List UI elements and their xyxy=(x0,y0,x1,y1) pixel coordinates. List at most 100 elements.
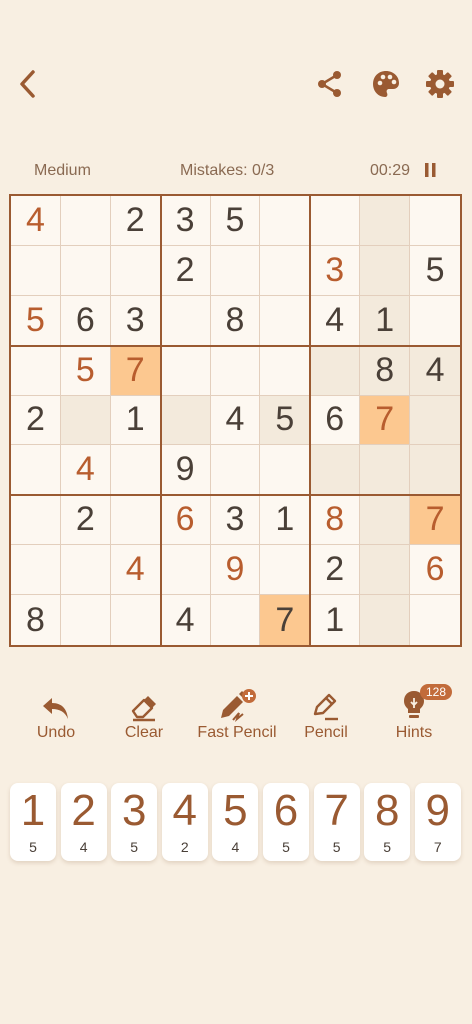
sudoku-cell[interactable]: 1 xyxy=(360,295,411,346)
sudoku-cell[interactable]: 4 xyxy=(60,445,111,496)
sudoku-cell[interactable]: 1 xyxy=(110,395,161,446)
sudoku-cell[interactable] xyxy=(60,545,111,596)
sudoku-cell[interactable]: 8 xyxy=(310,495,361,546)
sudoku-cell[interactable] xyxy=(11,445,61,496)
number-key[interactable]: 54 xyxy=(212,783,259,861)
number-key[interactable]: 24 xyxy=(60,783,107,861)
pause-button[interactable] xyxy=(424,162,438,183)
sudoku-cell[interactable]: 3 xyxy=(210,495,261,546)
sudoku-cell[interactable] xyxy=(360,545,411,596)
sudoku-cell[interactable] xyxy=(260,445,311,496)
number-key[interactable]: 85 xyxy=(364,783,411,861)
sudoku-cell[interactable] xyxy=(260,345,311,396)
sudoku-cell[interactable] xyxy=(310,196,361,246)
number-key[interactable]: 15 xyxy=(10,783,56,861)
sudoku-cell[interactable] xyxy=(410,196,460,246)
sudoku-cell[interactable]: 5 xyxy=(260,395,311,446)
sudoku-cell[interactable] xyxy=(210,445,261,496)
sudoku-cell[interactable]: 9 xyxy=(160,445,211,496)
sudoku-cell[interactable]: 1 xyxy=(260,495,311,546)
sudoku-cell[interactable]: 7 xyxy=(260,595,311,645)
hints-button[interactable]: Hints 128 xyxy=(364,684,464,742)
sudoku-cell[interactable]: 8 xyxy=(210,295,261,346)
back-button[interactable] xyxy=(8,64,48,104)
sudoku-cell[interactable]: 4 xyxy=(11,196,61,246)
sudoku-cell[interactable]: 6 xyxy=(310,395,361,446)
number-key[interactable]: 97 xyxy=(414,783,461,861)
sudoku-cell[interactable] xyxy=(60,245,111,296)
sudoku-cell[interactable] xyxy=(360,445,411,496)
number-key[interactable]: 65 xyxy=(263,783,309,861)
sudoku-cell[interactable] xyxy=(210,245,261,296)
sudoku-cell[interactable]: 7 xyxy=(110,345,161,396)
sudoku-cell[interactable]: 5 xyxy=(410,246,460,296)
sudoku-cell[interactable]: 7 xyxy=(360,395,411,446)
sudoku-cell[interactable] xyxy=(11,545,61,596)
sudoku-cell[interactable] xyxy=(110,245,161,296)
fast-pencil-button[interactable]: Fast Pencil xyxy=(187,684,287,742)
sudoku-cell[interactable]: 4 xyxy=(310,295,361,346)
sudoku-cell[interactable]: 2 xyxy=(60,495,111,546)
sudoku-cell[interactable]: 8 xyxy=(360,345,411,396)
sudoku-cell[interactable] xyxy=(160,295,211,346)
sudoku-cell[interactable]: 4 xyxy=(110,545,161,596)
number-key[interactable]: 35 xyxy=(111,783,158,861)
sudoku-cell[interactable]: 3 xyxy=(110,295,161,346)
sudoku-cell[interactable]: 9 xyxy=(210,545,261,596)
sudoku-cell[interactable] xyxy=(410,595,460,645)
sudoku-cell[interactable]: 6 xyxy=(160,495,211,546)
sudoku-cell[interactable]: 4 xyxy=(210,395,261,446)
sudoku-cell[interactable] xyxy=(410,395,460,446)
number-key[interactable]: 42 xyxy=(161,783,208,861)
sudoku-cell[interactable] xyxy=(260,245,311,296)
sudoku-cell[interactable]: 2 xyxy=(310,545,361,596)
clear-button[interactable]: Clear xyxy=(94,684,194,742)
sudoku-cell[interactable] xyxy=(260,545,311,596)
sudoku-cell[interactable] xyxy=(410,296,460,346)
sudoku-cell[interactable] xyxy=(60,196,111,246)
sudoku-cell[interactable] xyxy=(360,595,411,645)
sudoku-cell[interactable] xyxy=(160,345,211,396)
undo-button[interactable]: Undo xyxy=(6,684,106,742)
sudoku-cell[interactable] xyxy=(260,196,311,246)
sudoku-cell[interactable] xyxy=(160,545,211,596)
sudoku-cell[interactable] xyxy=(110,495,161,546)
sudoku-cell[interactable] xyxy=(60,395,111,446)
theme-button[interactable] xyxy=(366,64,406,104)
share-button[interactable] xyxy=(310,64,350,104)
sudoku-cell[interactable] xyxy=(360,495,411,546)
sudoku-cell[interactable]: 5 xyxy=(11,295,61,346)
sudoku-cell[interactable]: 4 xyxy=(161,595,211,645)
sudoku-cell[interactable]: 4 xyxy=(410,345,460,396)
sudoku-cell[interactable]: 5 xyxy=(210,196,261,246)
sudoku-cell[interactable] xyxy=(360,245,411,296)
sudoku-cell[interactable]: 1 xyxy=(310,595,361,645)
sudoku-cell[interactable] xyxy=(410,445,460,496)
sudoku-cell[interactable]: 3 xyxy=(160,196,211,246)
sudoku-cell[interactable]: 7 xyxy=(410,495,460,546)
sudoku-cell[interactable] xyxy=(310,445,361,496)
sudoku-cell[interactable] xyxy=(360,196,411,246)
sudoku-cell[interactable] xyxy=(11,245,61,296)
pencil-button[interactable]: Pencil xyxy=(276,684,376,742)
sudoku-cell[interactable] xyxy=(210,345,261,396)
sudoku-cell[interactable]: 5 xyxy=(60,345,111,396)
sudoku-cell[interactable] xyxy=(260,295,311,346)
sudoku-cell[interactable]: 2 xyxy=(110,196,161,246)
sudoku-cell[interactable]: 2 xyxy=(160,245,211,296)
sudoku-cell[interactable] xyxy=(111,595,161,645)
sudoku-cell[interactable] xyxy=(61,595,111,645)
number-key[interactable]: 75 xyxy=(313,783,360,861)
sudoku-cell[interactable]: 3 xyxy=(310,245,361,296)
sudoku-cell[interactable]: 6 xyxy=(60,295,111,346)
sudoku-cell[interactable] xyxy=(11,495,61,546)
sudoku-cell[interactable] xyxy=(310,345,361,396)
sudoku-cell[interactable] xyxy=(211,595,261,645)
sudoku-cell[interactable] xyxy=(160,395,211,446)
sudoku-cell[interactable]: 8 xyxy=(11,595,61,645)
sudoku-cell[interactable] xyxy=(110,445,161,496)
settings-button[interactable] xyxy=(420,64,460,104)
sudoku-cell[interactable]: 2 xyxy=(11,395,61,446)
sudoku-cell[interactable]: 6 xyxy=(410,545,460,596)
sudoku-cell[interactable] xyxy=(11,345,61,396)
